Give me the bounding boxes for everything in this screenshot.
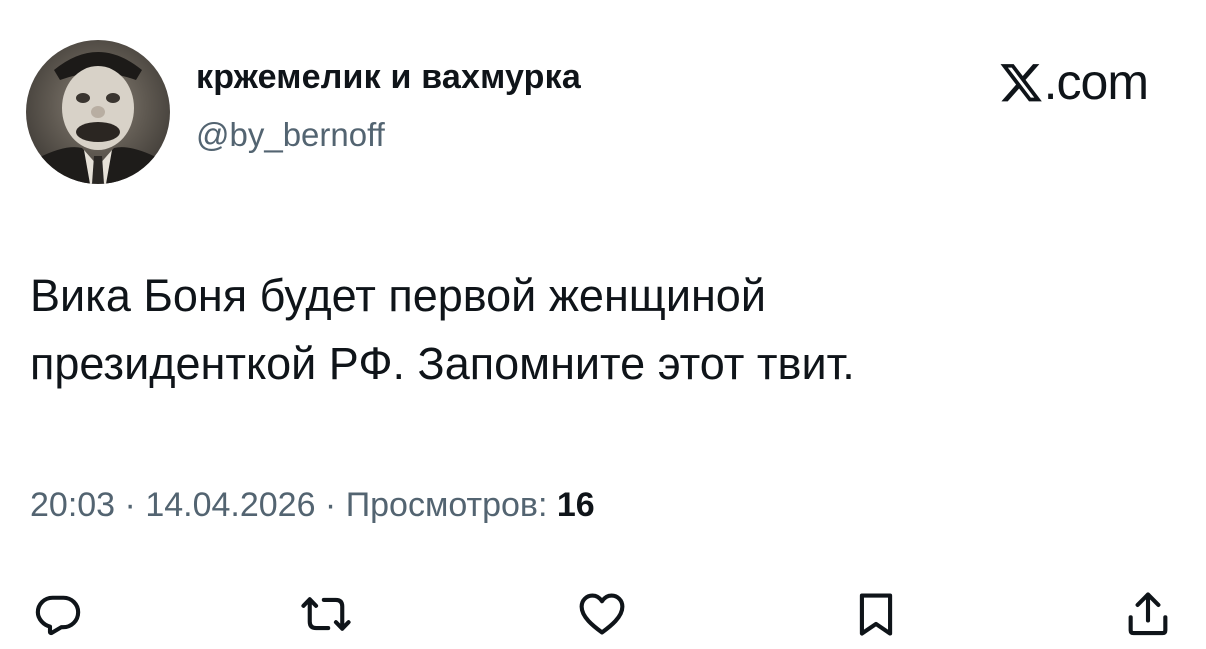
- meta-separator: ·: [315, 486, 346, 524]
- tweet-text: Вика Боня будет первой женщиной президен…: [30, 262, 1150, 398]
- views-label: Просмотров:: [345, 486, 548, 524]
- brand-domain-suffix: .com: [1043, 54, 1149, 110]
- tweet-meta: 20:03 · 14.04.2026 · Просмотров: 16: [30, 486, 595, 525]
- tweet-date[interactable]: 14.04.2026: [145, 486, 315, 524]
- like-button[interactable]: [576, 588, 628, 640]
- bookmark-button[interactable]: [850, 588, 902, 640]
- x-logo-icon: [1000, 64, 1042, 102]
- tweet-text-line: Вика Боня будет первой женщиной: [30, 270, 766, 321]
- author-handle[interactable]: @by_bernoff: [196, 116, 385, 154]
- bookmark-icon: [859, 593, 893, 636]
- author-display-name[interactable]: кржемелик и вахмурка: [196, 58, 581, 97]
- meta-separator: ·: [115, 486, 146, 524]
- avatar[interactable]: [26, 40, 170, 184]
- share-button[interactable]: [1122, 588, 1174, 640]
- like-icon: [579, 593, 625, 635]
- retweet-button[interactable]: [300, 588, 352, 640]
- x-com-brand: .com: [1000, 54, 1149, 110]
- views-count: 16: [556, 486, 595, 524]
- share-icon: [1128, 592, 1168, 636]
- avatar-image: [26, 52, 170, 184]
- tweet-text-line: президенткой РФ. Запомните этот твит.: [30, 338, 855, 389]
- reply-icon: [35, 595, 81, 636]
- reply-button[interactable]: [32, 588, 84, 640]
- tweet-time[interactable]: 20:03: [30, 486, 115, 524]
- retweet-icon: [301, 597, 351, 631]
